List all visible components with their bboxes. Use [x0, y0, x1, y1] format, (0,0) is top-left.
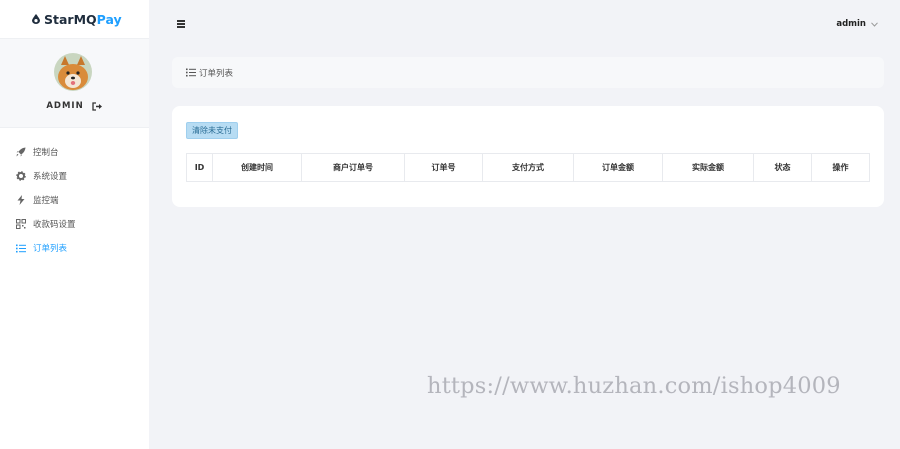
column-header-id[interactable]: ID [187, 154, 213, 181]
brand-name-part2: Pay [96, 11, 122, 27]
list-icon [15, 243, 26, 254]
sidebar-item-dashboard[interactable]: 控制台 [0, 140, 149, 164]
sidebar-item-order-list[interactable]: 订单列表 [0, 236, 149, 260]
user-menu[interactable]: admin [836, 19, 878, 29]
clear-unpaid-button[interactable]: 清除未支付 [186, 122, 238, 139]
user-menu-name: admin [836, 19, 866, 29]
qrcode-icon [15, 219, 26, 230]
column-header-actions[interactable]: 操作 [812, 154, 869, 181]
sidebar-item-system-settings[interactable]: 系统设置 [0, 164, 149, 188]
column-header-payment-method[interactable]: 支付方式 [483, 154, 574, 181]
brand-logo[interactable]: StarMQ Pay [0, 0, 149, 38]
list-icon [186, 68, 196, 77]
orders-table-header: ID 创建时间 商户订单号 订单号 支付方式 订单金额 实际金额 状态 操作 [186, 153, 870, 182]
profile-panel: ADMIN [0, 38, 149, 128]
sidebar-item-label: 收款码设置 [33, 220, 76, 230]
bolt-icon [15, 195, 26, 206]
menu-toggle-icon[interactable] [177, 20, 185, 28]
column-header-status[interactable]: 状态 [754, 154, 812, 181]
breadcrumb: 订单列表 [172, 57, 884, 88]
column-header-order-amount[interactable]: 订单金额 [574, 154, 663, 181]
watermark-text: https://www.huzhan.com/ishop4009 [427, 373, 841, 399]
rocket-icon [15, 147, 26, 158]
logout-icon[interactable] [92, 101, 103, 111]
sidebar-item-monitor[interactable]: 监控端 [0, 188, 149, 212]
column-header-order-no[interactable]: 订单号 [405, 154, 483, 181]
column-header-created-time[interactable]: 创建时间 [213, 154, 302, 181]
sidebar-item-label: 订单列表 [33, 244, 68, 254]
avatar[interactable] [54, 53, 92, 91]
sidebar-menu: 控制台 系统设置 监控端 收款码设置 订单列表 [0, 140, 149, 260]
order-list-card: 清除未支付 ID 创建时间 商户订单号 订单号 支付方式 订单金额 实际金额 状… [172, 106, 884, 207]
sidebar-item-label: 监控端 [33, 196, 59, 206]
gear-icon [15, 171, 26, 182]
sidebar-item-label: 控制台 [33, 148, 59, 158]
brand-name-part1: StarMQ [44, 11, 97, 27]
drop-logo-icon [32, 14, 40, 24]
profile-username: ADMIN [46, 101, 84, 111]
column-header-actual-amount[interactable]: 实际金额 [663, 154, 754, 181]
sidebar-item-qrcode-settings[interactable]: 收款码设置 [0, 212, 149, 236]
top-bar: admin [149, 0, 900, 48]
sidebar: StarMQ Pay ADMIN 控制台 系统设置 监控端 收款码设置 订单列表 [0, 0, 149, 449]
chevron-down-icon [871, 21, 878, 27]
column-header-merchant-order-no[interactable]: 商户订单号 [302, 154, 405, 181]
breadcrumb-label: 订单列表 [199, 68, 234, 79]
sidebar-item-label: 系统设置 [33, 172, 68, 182]
